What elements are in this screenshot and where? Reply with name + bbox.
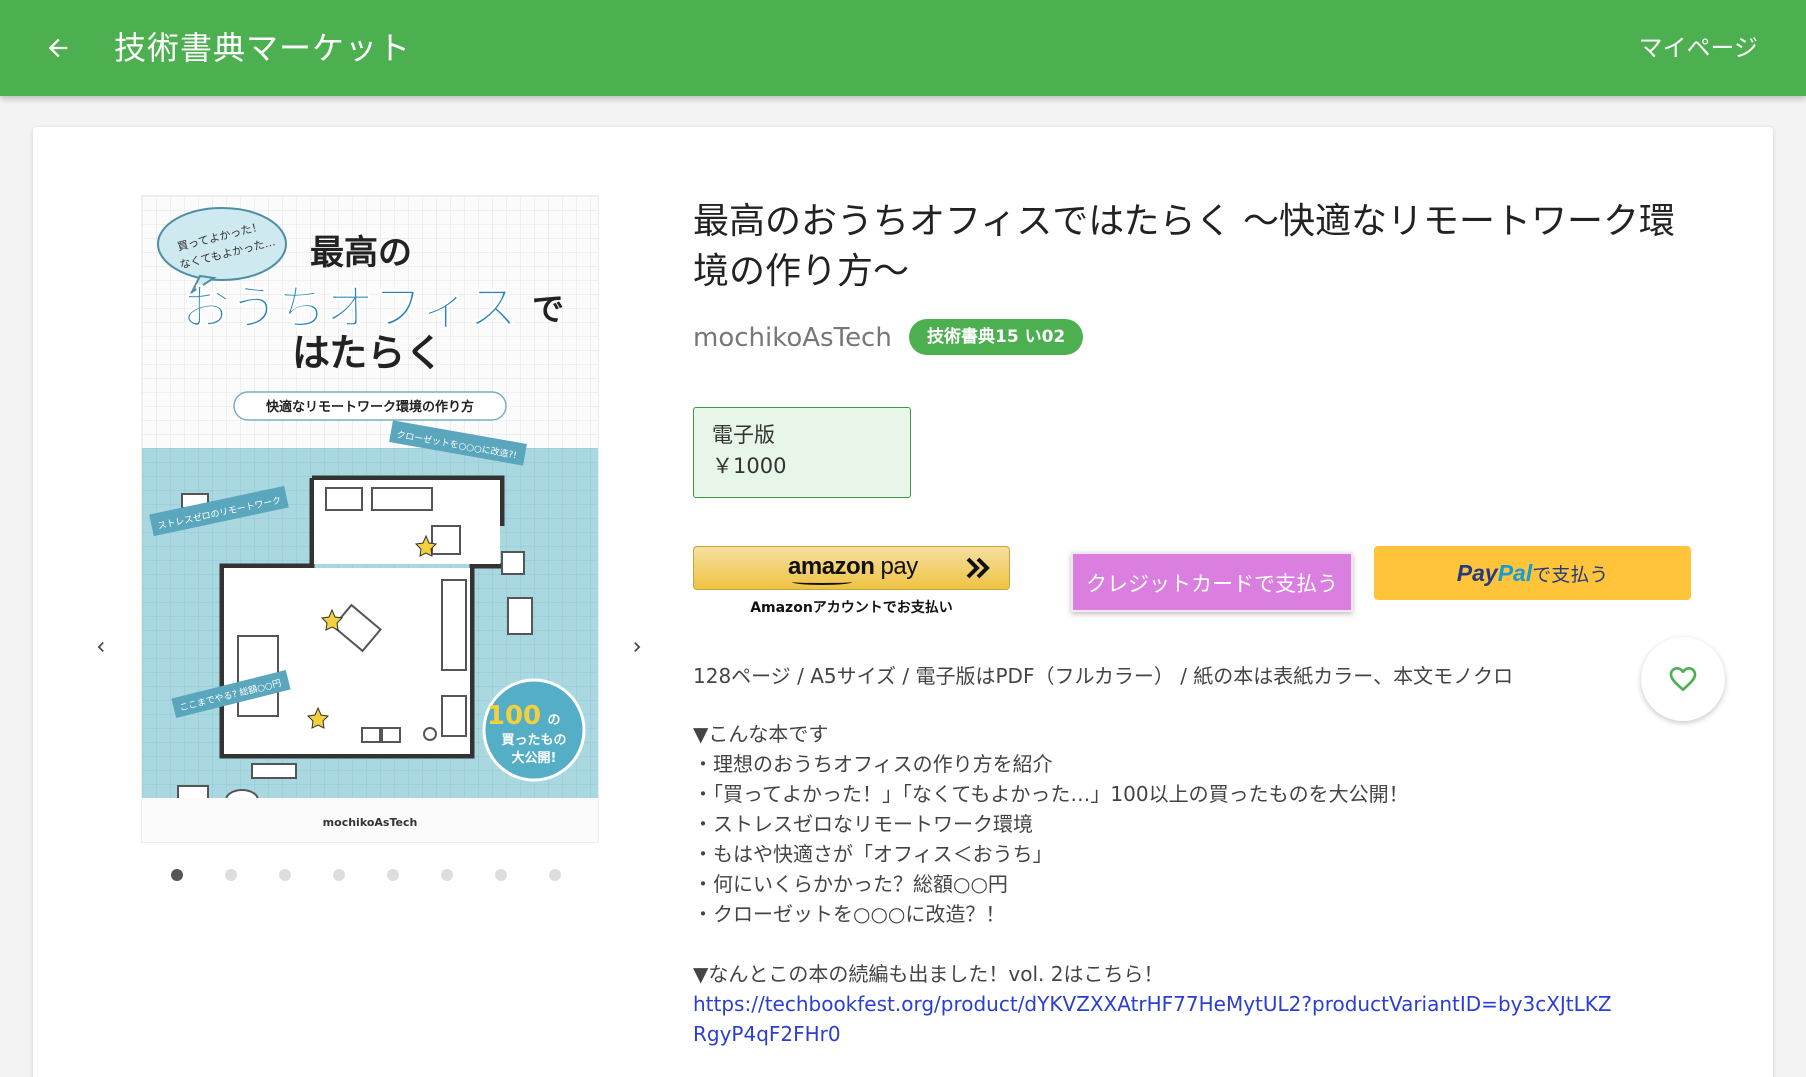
cover-badge-line3: 大公開!	[512, 750, 557, 766]
cover-author: mochikoAsTech	[323, 816, 418, 829]
back-button[interactable]	[36, 26, 80, 70]
product-description: ▼こんな本です・理想のおうちオフィスの作り方を紹介・「買ってよかった！」「なくて…	[693, 719, 1613, 1049]
amazon-logo-pay: pay	[874, 553, 919, 580]
carousel-next-button[interactable]	[619, 627, 655, 667]
app-title: 技術書典マーケット	[114, 29, 412, 67]
amazon-smile-icon	[792, 579, 852, 585]
book-cover-image: 買ってよかった！ なくてもよかった… 最高の おうちオフィス で はたらく 快適…	[141, 195, 599, 843]
carousel-dot[interactable]	[549, 869, 561, 881]
variant-option-ebook[interactable]: 電子版 ￥1000	[693, 407, 911, 498]
description-lines: ▼こんな本です・理想のおうちオフィスの作り方を紹介・「買ってよかった！」「なくて…	[693, 719, 1613, 989]
carousel-dot[interactable]	[225, 869, 237, 881]
event-badge[interactable]: 技術書典15 い02	[909, 319, 1084, 355]
author-name[interactable]: mochikoAsTech	[693, 321, 892, 355]
amazon-pay-button[interactable]: amazon pay	[693, 546, 1010, 590]
cover-subtitle: 快適なリモートワーク環境の作り方	[266, 399, 474, 415]
variant-name: 電子版	[712, 423, 775, 447]
cover-badge-num: 100	[487, 701, 541, 731]
carousel-dot[interactable]	[171, 869, 183, 881]
description-line: ・「買ってよかった！」「なくてもよかった…」100以上の買ったものを大公開！	[693, 782, 1409, 806]
app-bar: 技術書典マーケット マイページ	[0, 0, 1806, 96]
description-line: ・何にいくらかかった？総額○○円	[693, 872, 1008, 896]
description-line: ▼なんとこの本の続編も出ました！vol. 2はこちら！	[693, 962, 1164, 986]
carousel-prev-button[interactable]	[83, 627, 119, 667]
carousel-dot[interactable]	[387, 869, 399, 881]
chevron-left-icon	[97, 642, 104, 652]
product-specs: 128ページ / A5サイズ / 電子版はPDF（フルカラー） / 紙の本は表紙…	[693, 664, 1514, 688]
cover-badge-no: の	[547, 713, 560, 728]
description-line: ・クローゼットを○○○に改造？！	[693, 902, 1006, 926]
amazon-pay-logo: amazon pay	[788, 553, 918, 581]
description-line: ・ストレスゼロなリモートワーク環境	[693, 812, 1033, 836]
cover-title-line3: はたらく	[292, 331, 443, 375]
carousel-dot[interactable]	[441, 869, 453, 881]
cover-title-line1: 最高の	[310, 233, 412, 273]
cover-badge-line2: 買ったもの	[501, 733, 566, 748]
paypal-logo-pal: Pal	[1497, 560, 1533, 586]
carousel-dot[interactable]	[279, 869, 291, 881]
paypal-button[interactable]: PayPalで支払う	[1374, 546, 1691, 600]
arrow-left-icon	[48, 38, 68, 58]
cover-title-line2-suffix: で	[532, 290, 564, 328]
description-line: ・もはや快適さが「オフィス＜おうち」	[693, 842, 1053, 866]
chevron-right-icon	[634, 642, 641, 652]
carousel-dot[interactable]	[333, 869, 345, 881]
cover-title-line2: おうちオフィス	[182, 280, 517, 336]
paypal-logo-pay: Pay	[1456, 560, 1498, 586]
book-cover-illustration: 買ってよかった！ なくてもよかった… 最高の おうちオフィス で はたらく 快適…	[142, 196, 598, 842]
product-title: 最高のおうちオフィスではたらく ～快適なリモートワーク環境の作り方～	[693, 201, 1676, 292]
sequel-link[interactable]: https://techbookfest.org/product/dYKVZXX…	[693, 992, 1612, 1046]
credit-card-button[interactable]: クレジットカードで支払う	[1071, 552, 1353, 612]
carousel-dot[interactable]	[495, 869, 507, 881]
heart-outline-icon	[1669, 667, 1697, 692]
mypage-link[interactable]: マイページ	[1638, 30, 1758, 66]
description-line	[693, 929, 1613, 959]
paypal-suffix: で支払う	[1532, 564, 1609, 586]
description-line: ▼こんな本です	[693, 722, 829, 746]
double-chevron-right-icon	[966, 557, 990, 579]
product-card: 買ってよかった！ なくてもよかった… 最高の おうちオフィス で はたらく 快適…	[33, 127, 1773, 1077]
amazon-logo-text: amazon	[788, 553, 875, 580]
description-line: ・理想のおうちオフィスの作り方を紹介	[693, 752, 1053, 776]
amazon-pay-caption: Amazonアカウントでお支払い	[750, 600, 953, 616]
carousel-dots	[171, 869, 603, 881]
favorite-button[interactable]	[1641, 637, 1725, 721]
variant-price: ￥1000	[712, 454, 787, 478]
